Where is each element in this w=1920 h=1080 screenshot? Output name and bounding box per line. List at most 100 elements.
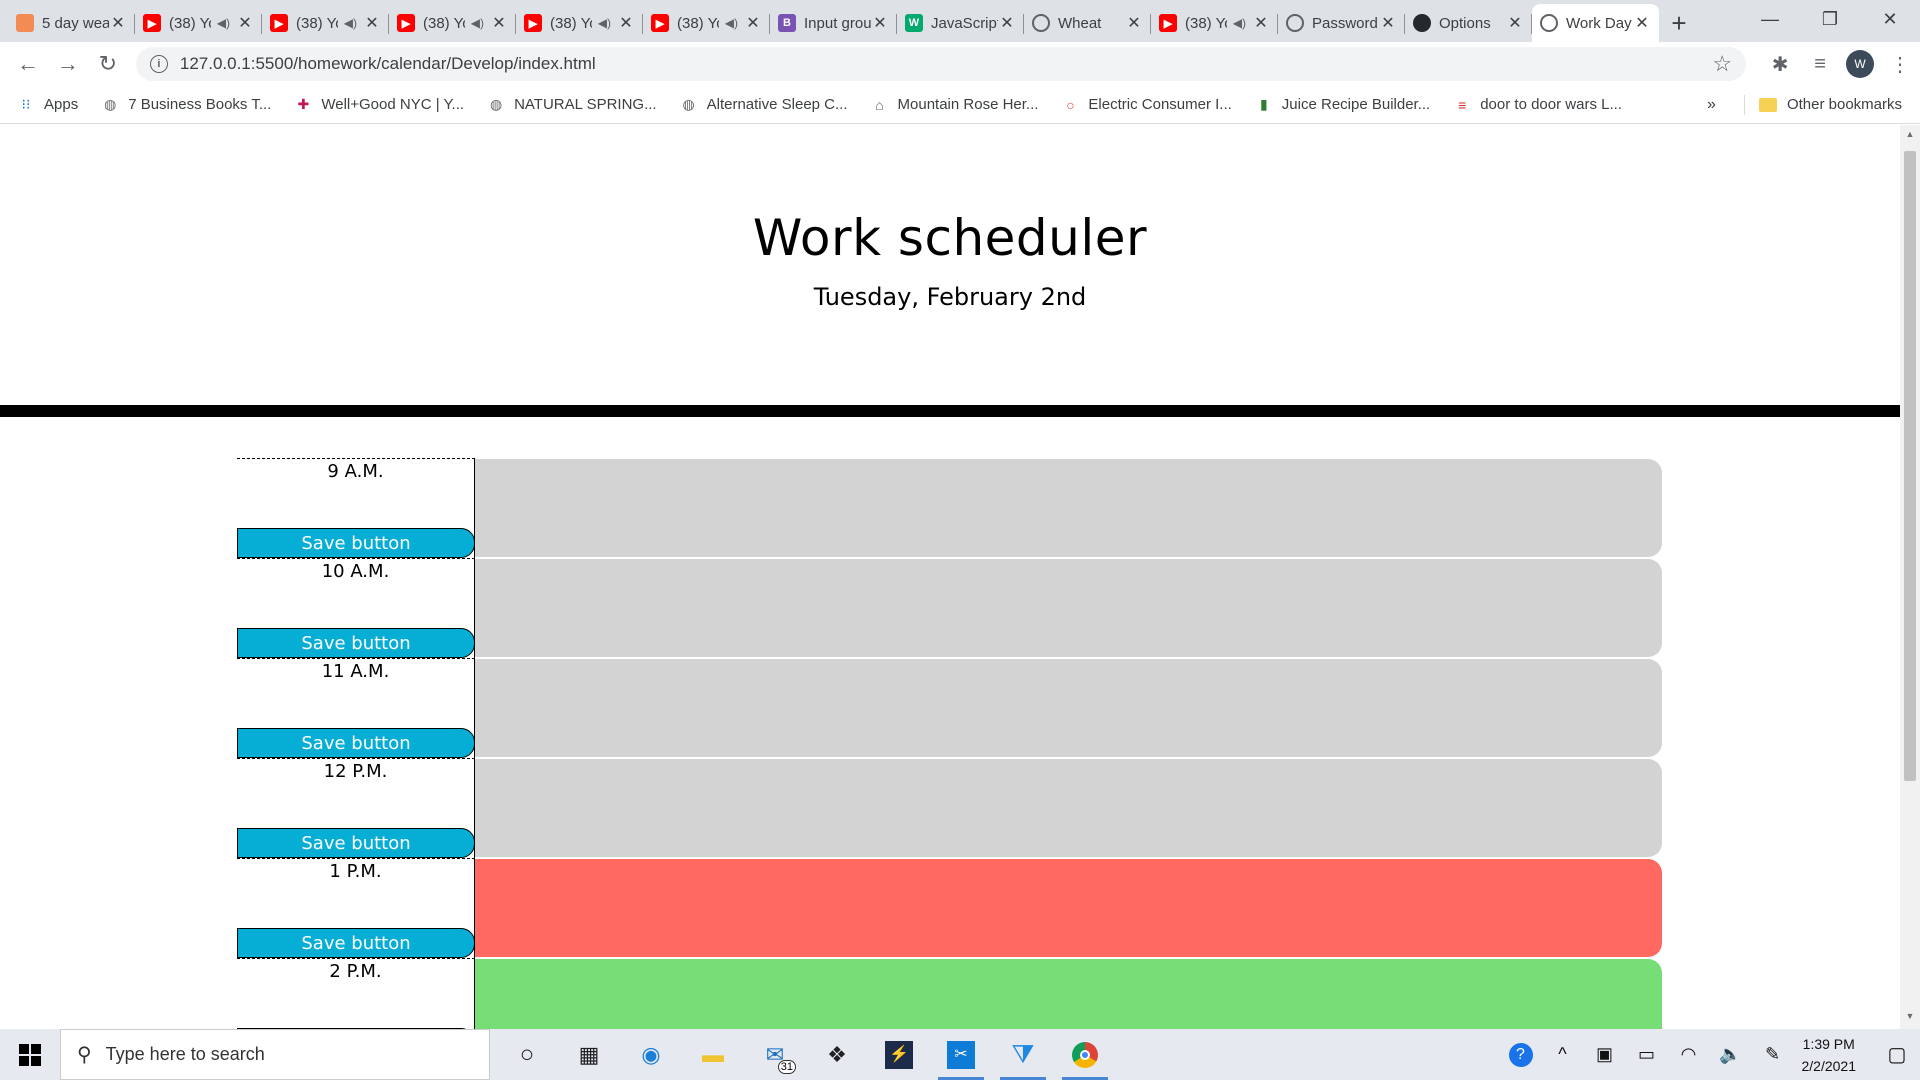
meet-now-icon[interactable]: ▣ bbox=[1584, 1044, 1626, 1065]
browser-tab[interactable]: 5 day weather✕ bbox=[8, 4, 135, 42]
event-textarea[interactable] bbox=[475, 859, 1662, 957]
bookmark-item[interactable]: ◍ NATURAL SPRING... bbox=[488, 96, 657, 113]
browser-tab[interactable]: W JavaScript ✕ bbox=[897, 4, 1024, 42]
close-tab-icon[interactable]: ✕ bbox=[1379, 13, 1397, 33]
reload-icon[interactable]: ↻ bbox=[88, 46, 128, 82]
back-icon[interactable]: ← bbox=[8, 46, 48, 82]
taskbar-search[interactable]: ⚲ Type here to search bbox=[60, 1029, 490, 1080]
start-button[interactable] bbox=[0, 1029, 60, 1080]
close-tab-icon[interactable]: ✕ bbox=[1633, 13, 1651, 33]
bookmark-item[interactable]: ⁝⁝ Apps bbox=[18, 96, 79, 113]
event-textarea[interactable] bbox=[475, 659, 1662, 757]
event-textarea[interactable] bbox=[475, 959, 1662, 1029]
menu-kebab-icon[interactable]: ⋮ bbox=[1880, 46, 1920, 82]
close-tab-icon[interactable]: ✕ bbox=[1252, 13, 1270, 33]
event-textarea[interactable] bbox=[475, 759, 1662, 857]
event-textarea[interactable] bbox=[475, 559, 1662, 657]
browser-tab[interactable]: Wheat ✕ bbox=[1024, 4, 1151, 42]
url-text[interactable]: 127.0.0.1:5500/homework/calendar/Develop… bbox=[180, 54, 1713, 74]
audio-playing-icon[interactable]: ◀) bbox=[1233, 16, 1246, 30]
minimize-icon[interactable]: — bbox=[1740, 0, 1800, 38]
browser-tab[interactable]: Password ✕ bbox=[1278, 4, 1405, 42]
browser-tab[interactable]: Options ✕ bbox=[1405, 4, 1532, 42]
browser-tab[interactable]: ▶ (38) YouTube ◀) ✕ bbox=[262, 4, 389, 42]
notification-icon[interactable]: ▢ bbox=[1874, 1042, 1920, 1067]
cortana-icon[interactable]: ○ bbox=[496, 1029, 558, 1080]
bookmark-item[interactable]: ◍ 7 Business Books T... bbox=[102, 96, 271, 113]
event-textarea[interactable] bbox=[475, 459, 1662, 557]
restore-icon[interactable]: ❐ bbox=[1800, 0, 1860, 38]
close-tab-icon[interactable]: ✕ bbox=[236, 13, 254, 33]
snipping-icon[interactable]: ✂ bbox=[930, 1029, 992, 1080]
audio-playing-icon[interactable]: ◀) bbox=[344, 16, 357, 30]
page-scrollbar[interactable]: ▲ ▼ bbox=[1900, 125, 1920, 1029]
close-tab-icon[interactable]: ✕ bbox=[1506, 13, 1524, 33]
media-control-icon[interactable]: ≡ bbox=[1800, 46, 1840, 82]
close-window-icon[interactable]: ✕ bbox=[1860, 0, 1920, 38]
youtube-icon: ▶ bbox=[397, 14, 415, 32]
chrome-icon[interactable] bbox=[1054, 1029, 1116, 1080]
task-view-icon[interactable]: ▦ bbox=[558, 1029, 620, 1080]
close-tab-icon[interactable]: ✕ bbox=[490, 13, 508, 33]
other-bookmarks-link[interactable]: Other bookmarks bbox=[1787, 96, 1902, 113]
close-tab-icon[interactable]: ✕ bbox=[363, 13, 381, 33]
save-button[interactable]: Save button bbox=[237, 828, 475, 858]
tab-title: Options bbox=[1439, 14, 1491, 32]
close-tab-icon[interactable]: ✕ bbox=[109, 13, 127, 33]
browser-tab[interactable]: ▶ (38) YouTube ◀) ✕ bbox=[643, 4, 770, 42]
address-bar[interactable]: i 127.0.0.1:5500/homework/calendar/Devel… bbox=[135, 47, 1747, 81]
bookmark-item[interactable]: ◍ Alternative Sleep C... bbox=[681, 96, 848, 113]
extensions-icon[interactable]: ✱ bbox=[1760, 46, 1800, 82]
scroll-thumb[interactable] bbox=[1904, 151, 1916, 781]
close-tab-icon[interactable]: ✕ bbox=[871, 13, 889, 33]
close-tab-icon[interactable]: ✕ bbox=[617, 13, 635, 33]
bookmark-item[interactable]: ▮ Juice Recipe Builder... bbox=[1256, 96, 1430, 113]
audio-playing-icon[interactable]: ◀) bbox=[217, 16, 230, 30]
site-info-icon[interactable]: i bbox=[149, 55, 168, 73]
help-icon[interactable]: ? bbox=[1500, 1042, 1542, 1067]
forward-icon[interactable]: → bbox=[48, 46, 88, 82]
bookmark-star-icon[interactable]: ☆ bbox=[1712, 51, 1732, 77]
file-explorer-icon[interactable]: ▬ bbox=[682, 1029, 744, 1080]
taskbar-search-placeholder[interactable]: Type here to search bbox=[106, 1044, 265, 1065]
vscode-icon[interactable]: ⧩ bbox=[992, 1029, 1054, 1080]
close-tab-icon[interactable]: ✕ bbox=[998, 13, 1016, 33]
browser-tab[interactable]: ▶ (38) YouTube ◀) ✕ bbox=[516, 4, 643, 42]
volume-icon[interactable]: 🔈 bbox=[1710, 1044, 1752, 1065]
tab-title: Input group bbox=[804, 14, 871, 32]
bookmark-item[interactable]: ⌂ Mountain Rose Her... bbox=[872, 96, 1038, 113]
close-tab-icon[interactable]: ✕ bbox=[1125, 13, 1143, 33]
pen-icon[interactable]: ✎ bbox=[1752, 1044, 1794, 1065]
close-tab-icon[interactable]: ✕ bbox=[744, 13, 762, 33]
bookmarks-overflow-button[interactable]: » bbox=[1707, 96, 1716, 114]
audio-playing-icon[interactable]: ◀) bbox=[598, 16, 611, 30]
browser-tab[interactable]: ▶ (38) YouTube ◀) ✕ bbox=[1151, 4, 1278, 42]
save-button[interactable]: Save button bbox=[237, 928, 475, 958]
bookmark-label: Well+Good NYC | Y... bbox=[321, 96, 465, 113]
powershell-icon[interactable]: ⚡ bbox=[868, 1029, 930, 1080]
browser-tab[interactable]: B Input group✕ bbox=[770, 4, 897, 42]
globe-icon: ◍ bbox=[104, 96, 117, 112]
audio-playing-icon[interactable]: ◀) bbox=[725, 16, 738, 30]
save-button[interactable]: Save button bbox=[237, 528, 475, 558]
dropbox-icon[interactable]: ❖ bbox=[806, 1029, 868, 1080]
save-button[interactable]: Save button bbox=[237, 728, 475, 758]
browser-tab[interactable]: Work Day Scheduler✕ bbox=[1532, 4, 1659, 42]
new-tab-button[interactable]: + bbox=[1659, 4, 1699, 42]
browser-tab[interactable]: ▶ (38) YouTube ◀) ✕ bbox=[135, 4, 262, 42]
mail-icon[interactable]: ✉ 31 bbox=[744, 1029, 806, 1080]
save-button[interactable]: Save button bbox=[237, 628, 475, 658]
browser-tab[interactable]: ▶ (38) YouTube ◀) ✕ bbox=[389, 4, 516, 42]
bookmark-item[interactable]: ○ Electric Consumer I... bbox=[1062, 96, 1232, 113]
edge-icon[interactable]: ◉ bbox=[620, 1029, 682, 1080]
profile-avatar[interactable]: W bbox=[1846, 50, 1875, 78]
audio-playing-icon[interactable]: ◀) bbox=[471, 16, 484, 30]
bookmark-item[interactable]: ✚ Well+Good NYC | Y... bbox=[295, 96, 464, 113]
taskbar-clock[interactable]: 1:39 PM 2/2/2021 bbox=[1802, 1033, 1857, 1077]
wifi-icon[interactable]: ◠ bbox=[1668, 1044, 1710, 1065]
bookmark-item[interactable]: ≡ door to door wars L... bbox=[1454, 96, 1622, 113]
chevron-up-icon[interactable]: ^ bbox=[1542, 1044, 1584, 1065]
scroll-up-icon[interactable]: ▲ bbox=[1900, 129, 1920, 145]
battery-icon[interactable]: ▭ bbox=[1626, 1044, 1668, 1065]
scroll-down-icon[interactable]: ▼ bbox=[1900, 1011, 1920, 1027]
